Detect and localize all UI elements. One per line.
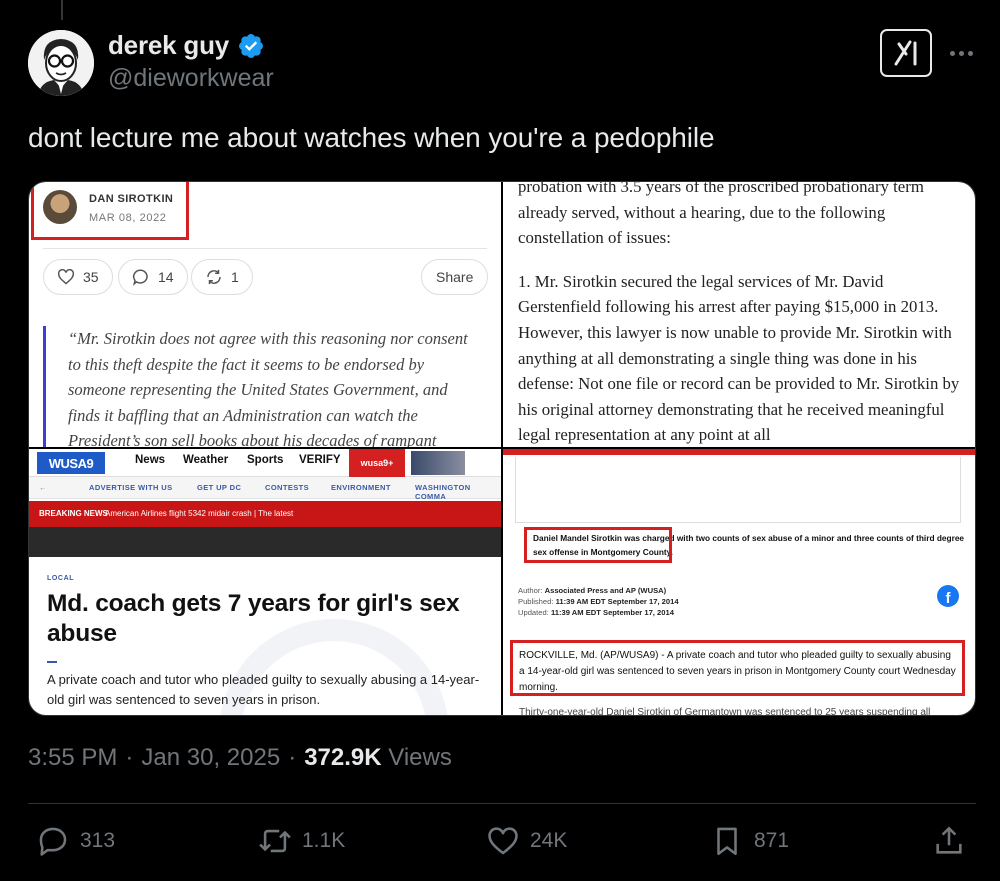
wusa9-logo: WUSA9 xyxy=(37,452,105,474)
embedded-card xyxy=(515,457,961,523)
red-top-bar xyxy=(503,449,975,455)
doc-line-0: probation with 3.5 years of the proscrib… xyxy=(518,182,924,196)
author-name-row[interactable]: derek guy xyxy=(108,30,265,61)
more-dot xyxy=(958,50,964,56)
media-image-2[interactable]: probation with 3.5 years of the proscrib… xyxy=(503,182,975,447)
subnav-contests: CONTESTS xyxy=(265,483,310,492)
media-image-1[interactable]: DAN SIROTKIN MAR 08, 2022 35 14 1 Share … xyxy=(29,182,501,447)
bookmark-count: 871 xyxy=(754,829,790,852)
nav-weather: Weather xyxy=(183,454,229,466)
meta-separator: · xyxy=(288,744,297,771)
media-image-4[interactable]: Daniel Mandel Sirotkin was charged with … xyxy=(503,449,975,716)
substack-restack-count: 1 xyxy=(231,269,239,285)
media-grid[interactable]: DAN SIROTKIN MAR 08, 2022 35 14 1 Share … xyxy=(28,181,976,716)
substack-like-pill: 35 xyxy=(43,259,113,295)
facebook-icon: f xyxy=(937,585,959,607)
doc-line-1: already served, without a hearing, due t… xyxy=(518,202,886,248)
reply-icon xyxy=(39,827,67,856)
repost-icon xyxy=(259,829,291,853)
doc-item-1: 1. Mr. Sirotkin secured the legal servic… xyxy=(518,271,960,445)
divider xyxy=(43,248,487,249)
share-icon xyxy=(936,826,962,854)
article-cutoff-text: Thirty-one-year-old Daniel Sirotkin of G… xyxy=(519,707,931,716)
meta-published-value: 11:39 AM EDT September 17, 2014 xyxy=(555,597,679,606)
divider xyxy=(28,803,976,804)
repost-count: 1.1K xyxy=(302,829,346,852)
heart-icon xyxy=(488,827,518,855)
breaking-text: American Airlines flight 5342 midair cra… xyxy=(105,509,294,518)
video-thumbnail xyxy=(411,451,465,475)
subnav-environment: ENVIRONMENT xyxy=(331,483,391,492)
like-button[interactable]: 24K xyxy=(486,824,567,858)
substack-like-count: 35 xyxy=(83,269,99,285)
news-site-nav: WUSA9 News Weather Sports VERIFY wusa9+ xyxy=(29,449,501,477)
tweet-time[interactable]: 3:55 PM xyxy=(28,744,117,772)
meta-updated-value: 11:39 AM EDT September 17, 2014 xyxy=(550,608,674,617)
red-highlight-box xyxy=(31,182,189,240)
article-lede: A private coach and tutor who pleaded gu… xyxy=(47,672,480,707)
more-options-button[interactable] xyxy=(946,38,976,68)
article-headline: Md. coach gets 7 years for girl's sex ab… xyxy=(47,590,460,647)
grok-button[interactable] xyxy=(880,29,932,77)
bookmark-icon xyxy=(717,827,737,856)
author-handle[interactable]: @dieworkwear xyxy=(108,64,274,93)
grok-icon xyxy=(894,40,917,66)
display-name[interactable]: derek guy xyxy=(108,30,229,61)
heart-icon xyxy=(57,269,75,285)
article-body: ROCKVILLE, Md. (AP/WUSA9) - A private co… xyxy=(519,650,956,694)
meta-updated-label: Updated: xyxy=(518,608,549,617)
tweet-date[interactable]: Jan 30, 2025 xyxy=(141,744,280,772)
substack-share-label: Share xyxy=(436,269,474,285)
nav-sports: Sports xyxy=(247,454,284,466)
subnav-getupdc: GET UP DC xyxy=(197,483,242,492)
substack-quote: “Mr. Sirotkin does not agree with this r… xyxy=(43,326,483,447)
subnav-advertise: ADVERTISE WITH US xyxy=(89,483,173,492)
article-meta: Author: Associated Press and AP (WUSA) P… xyxy=(518,585,679,618)
meta-published-label: Published: xyxy=(518,597,554,606)
nav-news: News xyxy=(135,454,166,466)
meta-author-label: Author: xyxy=(518,586,543,595)
bookmark-button[interactable]: 871 xyxy=(710,824,789,858)
tweet-meta-row: 3:55 PM · Jan 30, 2025 · 372.9K Views xyxy=(28,744,452,772)
dark-band xyxy=(29,527,501,557)
repost-button[interactable]: 1.1K xyxy=(258,824,345,858)
avatar[interactable] xyxy=(28,30,94,96)
views-label: Views xyxy=(388,744,452,771)
avatar-illustration xyxy=(28,30,94,96)
meta-separator: · xyxy=(125,744,134,771)
red-highlight-box xyxy=(524,527,672,563)
back-arrow-icon: ← xyxy=(39,483,47,492)
share-button[interactable] xyxy=(932,824,966,858)
more-dot xyxy=(967,50,973,56)
comment-icon xyxy=(132,269,148,286)
subnav-washington: WASHINGTON COMMA xyxy=(415,483,471,501)
substack-comment-count: 14 xyxy=(158,269,174,285)
reply-button[interactable]: 313 xyxy=(36,824,115,858)
verified-badge-icon xyxy=(239,33,263,58)
breaking-label: BREAKING NEWS xyxy=(39,509,108,518)
breaking-news-bar: BREAKING NEWS American Airlines flight 5… xyxy=(29,501,501,527)
substack-share-pill: Share xyxy=(421,259,489,295)
like-count: 24K xyxy=(530,829,568,852)
court-document: probation with 3.5 years of the proscrib… xyxy=(518,182,963,447)
nav-verify: VERIFY xyxy=(299,454,341,466)
media-image-3[interactable]: WUSA9 News Weather Sports VERIFY wusa9+ … xyxy=(29,449,501,715)
reply-count: 313 xyxy=(80,829,116,852)
headline-dash xyxy=(47,661,57,663)
substack-comment-pill: 14 xyxy=(118,259,188,295)
news-subnav: ← ADVERTISE WITH US GET UP DC CONTESTS E… xyxy=(29,477,501,501)
thread-connector-line xyxy=(61,0,63,20)
views-count: 372.9K xyxy=(304,744,382,771)
meta-author-value: Associated Press and AP (WUSA) xyxy=(544,586,667,595)
substack-restack-pill: 1 xyxy=(191,259,253,295)
restack-icon xyxy=(207,269,221,285)
more-horizontal-icon xyxy=(949,50,955,56)
wusa9-plus-badge: wusa9+ xyxy=(349,449,405,477)
tweet-text: dont lecture me about watches when you'r… xyxy=(28,122,715,153)
article-section: LOCAL xyxy=(47,575,75,582)
